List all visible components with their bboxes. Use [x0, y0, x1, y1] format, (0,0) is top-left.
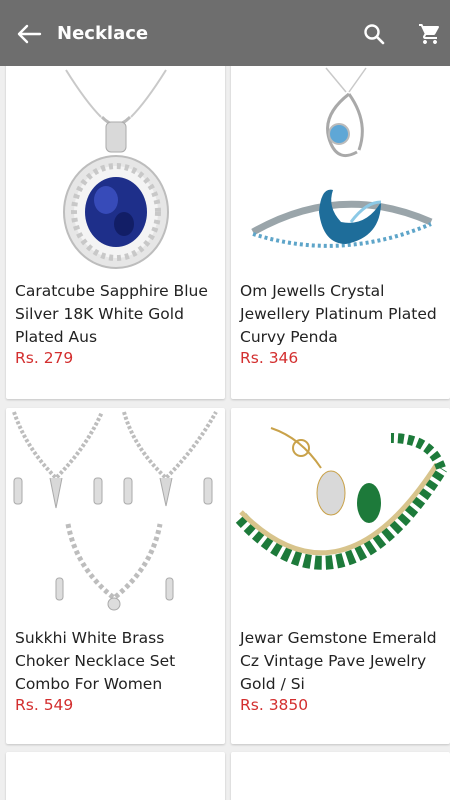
cart-icon[interactable] [416, 20, 444, 48]
product-card[interactable]: Om Jewells Crystal Jewellery Platinum Pl… [231, 66, 450, 399]
product-card[interactable] [231, 752, 450, 800]
product-name: Sukkhi White Brass Choker Necklace Set C… [15, 629, 176, 693]
product-card[interactable]: Jewar Gemstone Emerald Cz Vintage Pave J… [231, 408, 450, 744]
product-card[interactable]: Caratcube Sapphire Blue Silver 18K White… [6, 66, 225, 399]
app-bar: Necklace [0, 0, 450, 66]
search-icon[interactable] [360, 20, 388, 48]
product-price: Rs. 549 [15, 696, 74, 714]
product-image [6, 66, 225, 277]
product-image [231, 66, 450, 277]
product-name: Caratcube Sapphire Blue Silver 18K White… [15, 282, 208, 346]
product-price: Rs. 346 [240, 349, 299, 367]
product-grid: Caratcube Sapphire Blue Silver 18K White… [0, 66, 450, 800]
product-name: Om Jewells Crystal Jewellery Platinum Pl… [240, 282, 437, 346]
product-price: Rs. 279 [15, 349, 74, 367]
product-image [231, 408, 450, 623]
page-title: Necklace [57, 23, 149, 44]
arrow-back-icon[interactable] [14, 20, 44, 48]
product-name: Jewar Gemstone Emerald Cz Vintage Pave J… [240, 629, 437, 693]
product-image [6, 408, 225, 623]
product-price: Rs. 3850 [240, 696, 309, 714]
product-card[interactable] [6, 752, 225, 800]
product-card[interactable]: Sukkhi White Brass Choker Necklace Set C… [6, 408, 225, 744]
